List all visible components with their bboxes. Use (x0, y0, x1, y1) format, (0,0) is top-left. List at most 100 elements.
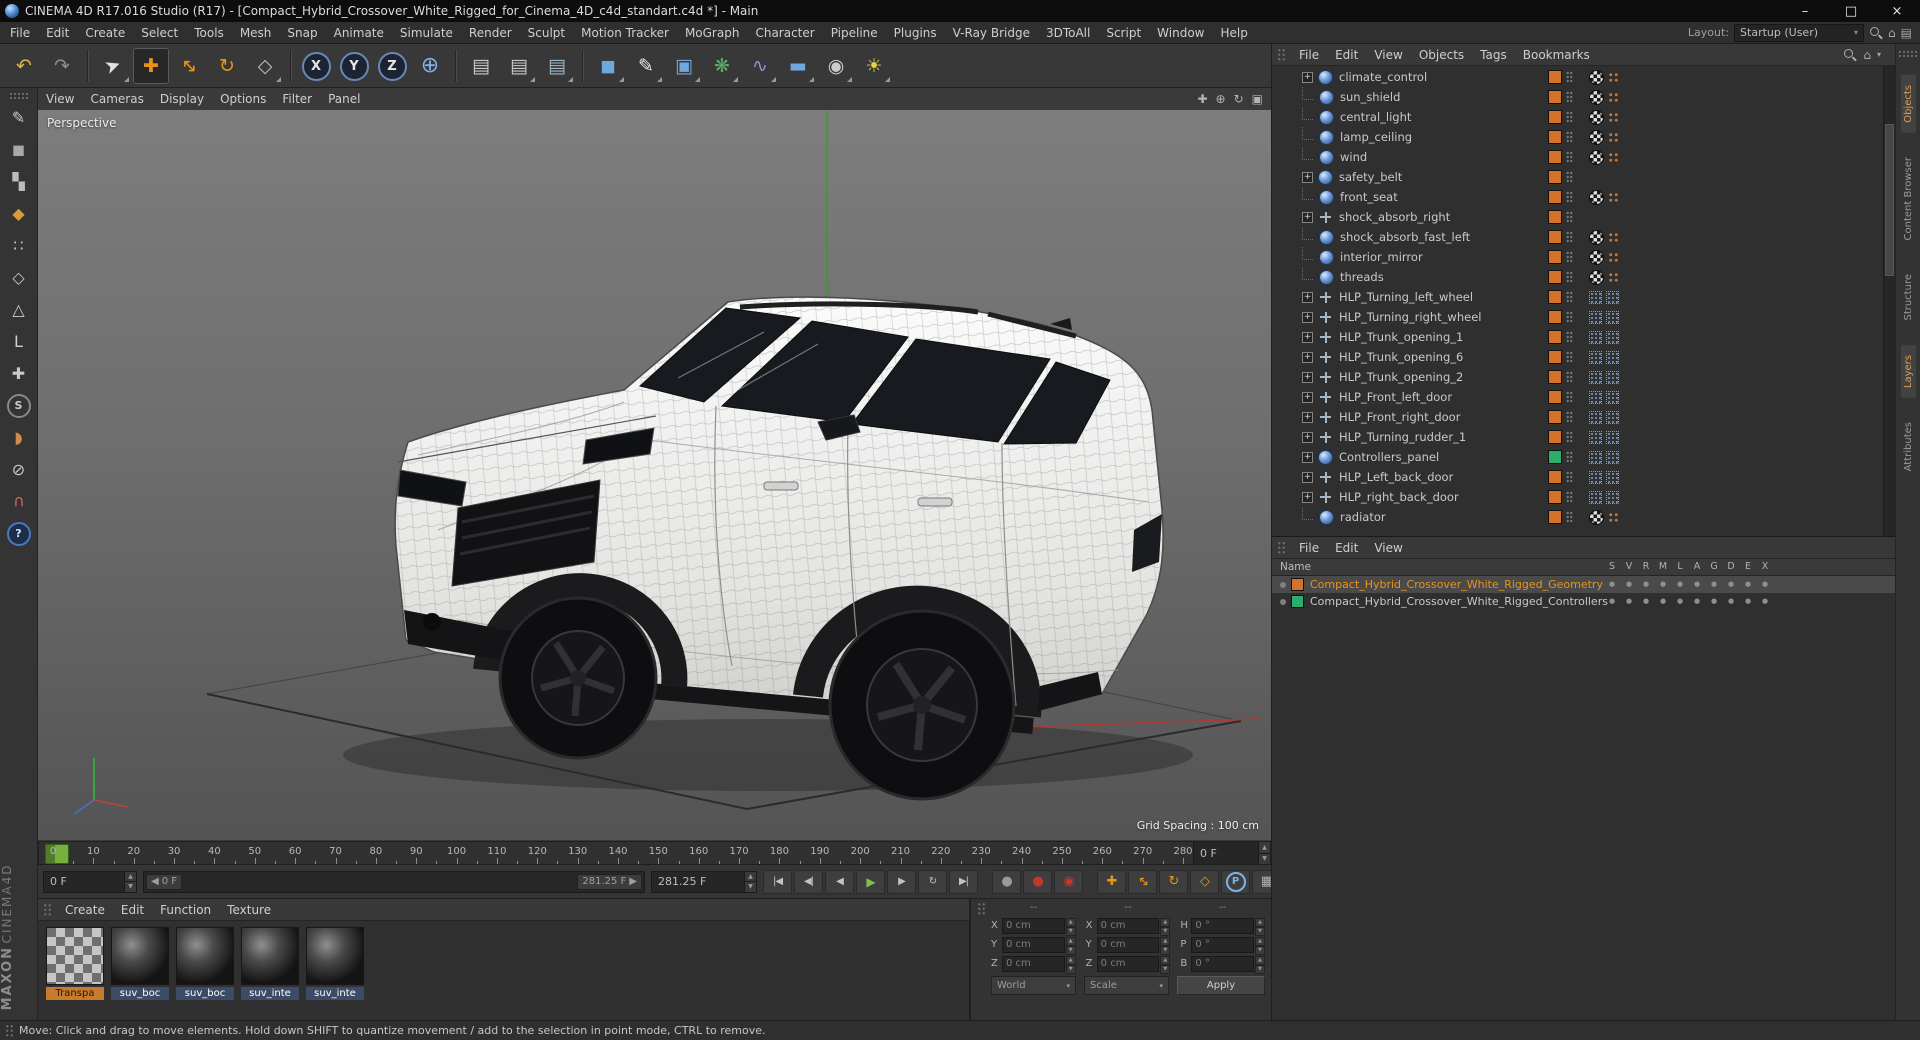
keyframe-dots-icon[interactable] (1608, 71, 1619, 83)
lock-y-axis-button[interactable]: Y (336, 48, 372, 84)
keying-settings-button[interactable]: ◉ (1054, 869, 1083, 894)
value-stepper[interactable]: ▲ ▼ (1255, 936, 1266, 955)
coordinate-system-button[interactable]: ⊕ (412, 48, 448, 84)
selection-tag-icon[interactable] (1606, 330, 1619, 344)
object-row-Controllers_panel[interactable]: + Controllers_panel (1272, 447, 1884, 467)
layer-color-chip[interactable] (1548, 250, 1562, 264)
object-row-threads[interactable]: threads (1272, 267, 1884, 287)
expander-icon[interactable]: + (1302, 431, 1313, 443)
render-view-button[interactable]: ▤ (463, 48, 499, 84)
layer-color-chip[interactable] (1548, 350, 1562, 364)
material-thumbnail[interactable] (306, 927, 364, 985)
snap-settings-button[interactable]: ∪ (3, 487, 35, 516)
step-up-icon[interactable]: ▲ (1255, 917, 1266, 927)
render-picture-viewer-button[interactable]: ▤ (501, 48, 537, 84)
next-frame-button[interactable]: ▶ (887, 869, 916, 894)
material-thumbnail[interactable] (111, 927, 169, 985)
layer-color-chip[interactable] (1548, 110, 1562, 124)
axis-modification-button[interactable]: L (3, 327, 35, 356)
object-row-HLP_Trunk_opening_1[interactable]: + HLP_Trunk_opening_1 (1272, 327, 1884, 347)
object-row-wind[interactable]: wind (1272, 147, 1884, 167)
layer-toggle-g[interactable]: ● (1706, 593, 1722, 610)
layer-color-chip[interactable] (1548, 170, 1562, 184)
object-row-shock_absorb_fast_left[interactable]: shock_absorb_fast_left (1272, 227, 1884, 247)
layer-toggle-x[interactable]: ● (1757, 576, 1773, 593)
layer-color-chip[interactable] (1548, 490, 1562, 504)
keyframe-dots-icon[interactable] (1608, 511, 1619, 523)
minimize-button[interactable]: – (1782, 0, 1828, 22)
scale-tool[interactable]: ↔ (171, 48, 207, 84)
material-item[interactable]: suv_inte (306, 927, 364, 1000)
layer-manager-menu-edit[interactable]: Edit (1327, 537, 1366, 558)
side-tab-layers[interactable]: Layers (1900, 344, 1916, 398)
object-manager-menu-file[interactable]: File (1291, 44, 1327, 65)
object-row-HLP_Left_back_door[interactable]: + HLP_Left_back_door (1272, 467, 1884, 487)
palette-drag-handle[interactable] (8, 92, 29, 100)
layer-toggle-x[interactable]: ● (1757, 593, 1773, 610)
layer-toggle-s[interactable]: ● (1604, 593, 1620, 610)
record-position-toggle[interactable]: ✚ (1097, 869, 1126, 894)
expander-icon[interactable]: + (1302, 331, 1313, 343)
viewport-menu-filter[interactable]: Filter (274, 88, 320, 110)
rotate-tool[interactable]: ↻ (209, 48, 245, 84)
step-up-icon[interactable]: ▲ (1160, 955, 1171, 965)
material-item[interactable]: Transpa (46, 927, 104, 1000)
layer-color-chip[interactable] (1548, 430, 1562, 444)
viewport-menu-panel[interactable]: Panel (320, 88, 368, 110)
step-down-icon[interactable]: ▼ (1065, 926, 1076, 936)
current-frame-stepper[interactable]: ▲ ▼ (124, 871, 136, 892)
record-parameter-toggle[interactable]: ◇ (1190, 869, 1219, 894)
selection-tag-icon[interactable] (1589, 490, 1602, 504)
points-mode-button[interactable]: ∷ (3, 231, 35, 260)
coord-2-p-input[interactable]: 0 ° (1191, 936, 1255, 953)
material-item[interactable]: suv_boc (111, 927, 169, 1000)
menu-motion-tracker[interactable]: Motion Tracker (573, 22, 677, 43)
material-thumbnail[interactable] (46, 927, 104, 985)
step-down-icon[interactable]: ▼ (1255, 945, 1266, 955)
step-down-icon[interactable]: ▼ (1255, 926, 1266, 936)
selection-tag-icon[interactable] (1606, 390, 1619, 404)
end-frame-stepper[interactable]: ▲ ▼ (744, 871, 756, 892)
viewport-menu-options[interactable]: Options (212, 88, 274, 110)
layer-color-chip[interactable] (1548, 470, 1562, 484)
menu-sculpt[interactable]: Sculpt (520, 22, 573, 43)
object-row-HLP_right_back_door[interactable]: + HLP_right_back_door (1272, 487, 1884, 507)
layer-toggle-a[interactable]: ● (1689, 576, 1705, 593)
coord-0-x-input[interactable]: 0 cm (1002, 917, 1065, 934)
value-stepper[interactable]: ▲ ▼ (1065, 917, 1076, 936)
layer-color-chip[interactable] (1291, 595, 1304, 608)
material-item[interactable]: suv_boc (176, 927, 234, 1000)
timeline-frame-stepper[interactable]: ▲ ▼ (1258, 842, 1270, 864)
expander-icon[interactable]: + (1302, 471, 1313, 483)
side-tab-content-browser[interactable]: Content Browser (1901, 147, 1916, 250)
timeline-ruler[interactable]: 0 10 20 30 40 50 60 70 80 90 100 110 120 130 140 150 160… (38, 841, 1271, 865)
add-generator-button[interactable]: ❋ (704, 48, 740, 84)
redo-button[interactable]: ↷ (44, 48, 80, 84)
object-row-HLP_Turning_left_wheel[interactable]: + HLP_Turning_left_wheel (1272, 287, 1884, 307)
expander-icon[interactable]: + (1302, 391, 1313, 403)
materials-menu-texture[interactable]: Texture (219, 899, 279, 920)
layer-color-chip[interactable] (1291, 578, 1304, 591)
add-camera-button[interactable]: ◉ (818, 48, 854, 84)
value-stepper[interactable]: ▲ ▼ (1065, 936, 1076, 955)
materials-menu-create[interactable]: Create (57, 899, 113, 920)
layer-color-chip[interactable] (1548, 90, 1562, 104)
range-end-grip[interactable]: 281.25 F ▶ (577, 873, 642, 890)
chevron-down-icon[interactable]: ▾ (1877, 50, 1881, 59)
expander-icon[interactable]: + (1302, 411, 1313, 423)
coord-1-y-input[interactable]: 0 cm (1096, 936, 1160, 953)
step-up-icon[interactable]: ▲ (1255, 955, 1266, 965)
make-editable-button[interactable]: ✎ (3, 103, 35, 132)
paint-tool-button[interactable]: ◗ (3, 423, 35, 452)
enable-axis-button[interactable]: ✚ (3, 359, 35, 388)
expander-icon[interactable]: + (1302, 291, 1313, 303)
menu-mograph[interactable]: MoGraph (677, 22, 748, 43)
display-toggle-icon[interactable] (1589, 509, 1604, 525)
expander-icon[interactable]: + (1302, 311, 1313, 323)
object-row-HLP_Front_right_door[interactable]: + HLP_Front_right_door (1272, 407, 1884, 427)
selection-tag-icon[interactable] (1589, 390, 1602, 404)
object-row-front_seat[interactable]: front_seat (1272, 187, 1884, 207)
loop-button[interactable]: ↻ (918, 869, 947, 894)
record-objects-button[interactable]: ● (992, 869, 1021, 894)
menu-render[interactable]: Render (461, 22, 520, 43)
